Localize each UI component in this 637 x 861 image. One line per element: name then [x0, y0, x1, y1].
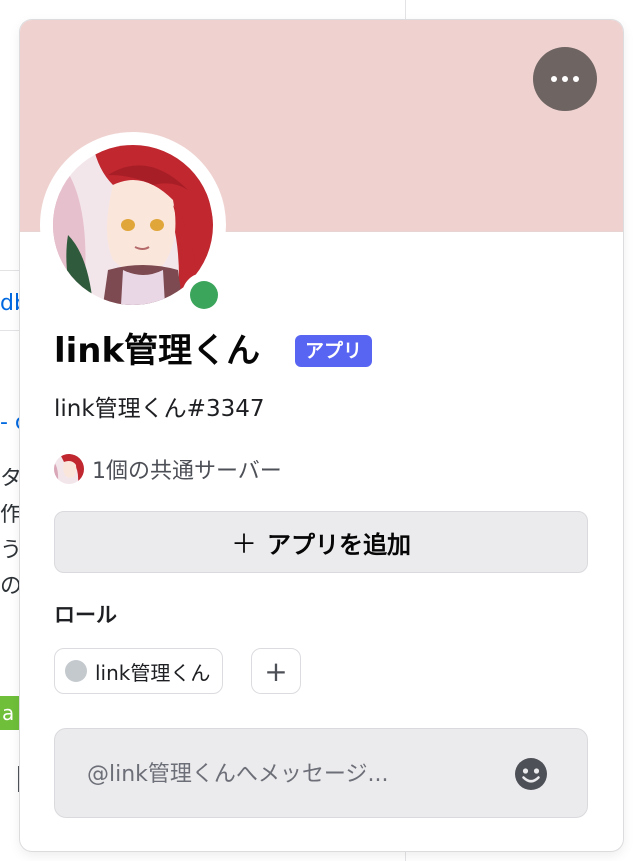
- background-text: タ: [0, 468, 20, 490]
- add-app-button[interactable]: ＋ アプリを追加: [54, 511, 588, 573]
- background-text: の: [0, 576, 20, 598]
- online-status-icon: [190, 281, 218, 309]
- server-icon: [54, 454, 84, 484]
- more-options-button[interactable]: [533, 47, 597, 111]
- username: link管理くん#3347: [54, 396, 265, 422]
- role-chip[interactable]: link管理くん: [54, 648, 224, 694]
- ellipsis-icon-dot: [573, 76, 579, 82]
- ellipsis-icon: [551, 76, 557, 82]
- background-text: う: [0, 540, 20, 562]
- mutual-servers-label: 1個の共通サーバー: [92, 459, 282, 484]
- role-name: link管理くん: [95, 660, 211, 685]
- plus-icon: +: [264, 654, 288, 688]
- background-text: 作: [0, 504, 20, 526]
- app-badge: アプリ: [295, 335, 373, 367]
- add-role-button[interactable]: +: [251, 648, 301, 694]
- add-app-label: アプリを追加: [267, 530, 411, 559]
- smiley-icon: [515, 758, 547, 790]
- user-profile-popup: link管理くん アプリ link管理くん#3347 1個の共通サーバー ＋ ア…: [20, 20, 623, 851]
- roles-heading: ロール: [54, 603, 117, 627]
- background-badge: a: [0, 696, 20, 730]
- plus-icon: ＋: [230, 529, 257, 560]
- background-divider: [405, 0, 406, 22]
- message-input[interactable]: [85, 729, 479, 819]
- background-text: db: [0, 293, 20, 315]
- background-divider: [0, 330, 20, 331]
- background-text: - c: [0, 412, 20, 434]
- background-divider: [405, 850, 406, 861]
- emoji-button[interactable]: [514, 757, 548, 791]
- display-name: link管理くん: [54, 331, 261, 371]
- status-indicator: [182, 273, 226, 317]
- role-color-dot: [65, 660, 87, 682]
- avatar[interactable]: [40, 132, 226, 318]
- background-text: 【: [0, 766, 20, 794]
- background-divider: [0, 270, 20, 271]
- message-box: [54, 728, 588, 819]
- ellipsis-icon-dot: [562, 76, 568, 82]
- mutual-servers[interactable]: 1個の共通サーバー: [54, 452, 282, 486]
